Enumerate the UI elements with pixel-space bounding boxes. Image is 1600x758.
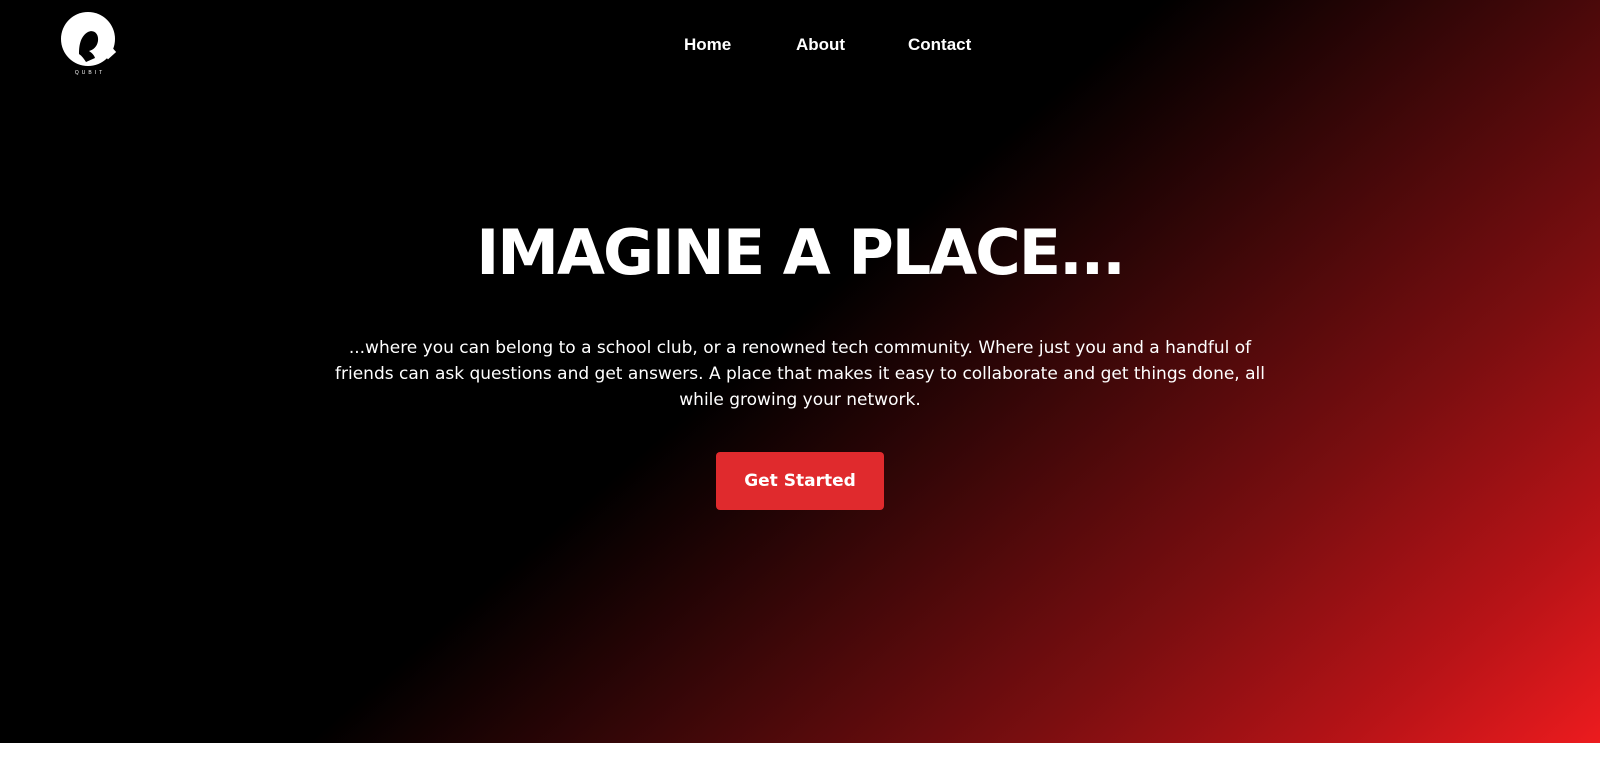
hero-section: QUBIT Home About Contact IMAGINE A PLACE… bbox=[0, 0, 1600, 758]
landing-page: QUBIT Home About Contact IMAGINE A PLACE… bbox=[0, 0, 1600, 758]
nav-link-contact[interactable]: Contact bbox=[908, 34, 971, 56]
hero-description: ...where you can belong to a school club… bbox=[335, 338, 1265, 410]
nav-link-home[interactable]: Home bbox=[684, 34, 731, 56]
hero-title: IMAGINE A PLACE... bbox=[476, 216, 1126, 289]
page-bottom-edge bbox=[0, 743, 1600, 758]
nav-link-about[interactable]: About bbox=[796, 34, 845, 56]
get-started-button[interactable]: Get Started bbox=[716, 452, 884, 510]
logo-text: QUBIT bbox=[74, 70, 106, 76]
main-nav: Home About Contact bbox=[0, 34, 1600, 58]
